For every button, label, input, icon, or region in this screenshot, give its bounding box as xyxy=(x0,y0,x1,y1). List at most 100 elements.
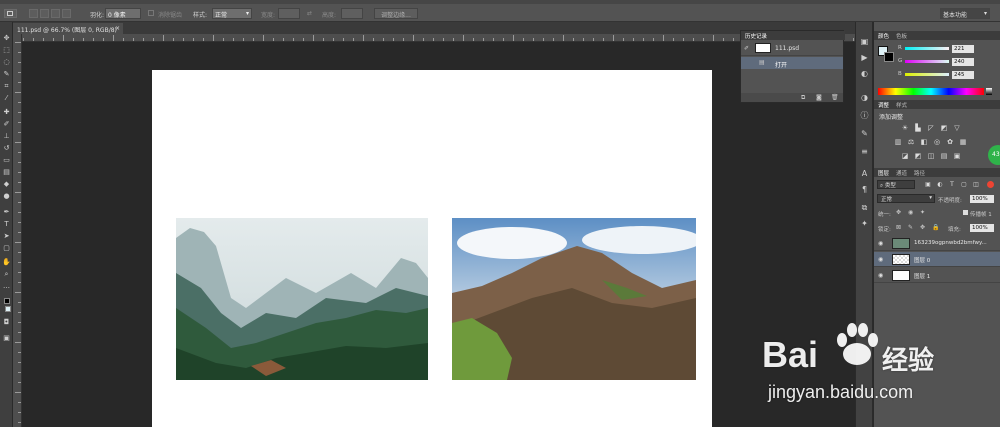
marquee-tool-icon[interactable]: ⬚ xyxy=(2,46,11,55)
vibrance-icon[interactable]: ▽ xyxy=(953,124,961,132)
path-select-icon[interactable]: ➤ xyxy=(2,232,11,241)
gradient-map-icon[interactable]: ▤ xyxy=(940,152,948,160)
workspace-select[interactable]: 基本功能 ▾ xyxy=(940,8,990,19)
photo-filter-icon[interactable]: ◎ xyxy=(933,138,941,146)
history-brush-icon[interactable]: ↺ xyxy=(2,144,11,153)
layer-row-selected[interactable]: ◉ 图层 0 xyxy=(874,252,1000,267)
adjustment-filter-icon[interactable]: ◐ xyxy=(936,181,944,189)
lock-position-icon[interactable]: ✥ xyxy=(920,224,925,231)
feather-input[interactable]: 0 像素 xyxy=(105,8,141,19)
shape-tool-icon[interactable]: ▢ xyxy=(2,244,11,253)
pen-tool-icon[interactable]: ✒ xyxy=(2,208,11,217)
history-panel-icon[interactable]: ▣ xyxy=(859,36,870,47)
tool-presets-icon[interactable]: ✦ xyxy=(859,218,870,229)
screen-mode-icon[interactable]: ▣ xyxy=(2,334,11,343)
history-state-row[interactable]: ▤ 打开 xyxy=(741,57,843,69)
brush-presets-icon[interactable]: ✎ xyxy=(859,128,870,139)
background-color-swatch[interactable] xyxy=(5,306,11,312)
unify-style-icon[interactable]: ✦ xyxy=(920,209,925,216)
color-spectrum-ramp[interactable] xyxy=(878,88,984,95)
eyedropper-tool-icon[interactable]: ⁄ xyxy=(2,94,11,103)
width-input[interactable] xyxy=(278,8,300,19)
gradient-tool-icon[interactable]: ▤ xyxy=(2,168,11,177)
color-balance-icon[interactable]: ⚖ xyxy=(907,138,915,146)
tab-adjustments[interactable]: 调整 xyxy=(878,101,889,109)
document-canvas[interactable] xyxy=(152,70,712,427)
height-input[interactable] xyxy=(341,8,363,19)
tab-styles[interactable]: 样式 xyxy=(896,101,907,109)
refine-edge-button[interactable]: 调整边缘... xyxy=(374,8,418,19)
healing-brush-icon[interactable]: ✚ xyxy=(2,108,11,117)
brush-tool-icon[interactable]: ✐ xyxy=(2,120,11,129)
antialias-checkbox[interactable] xyxy=(148,10,154,16)
blue-value-input[interactable]: 245 xyxy=(952,71,974,79)
new-document-from-state-icon[interactable]: ⧉ xyxy=(801,94,805,102)
actions-panel-icon[interactable]: ▶ xyxy=(859,52,870,63)
layer-row[interactable]: ◉ 图层 1 xyxy=(874,268,1000,283)
hand-tool-icon[interactable]: ✋ xyxy=(2,258,11,267)
red-value-input[interactable]: 221 xyxy=(952,45,974,53)
exposure-icon[interactable]: ◩ xyxy=(940,124,948,132)
levels-icon[interactable]: ▙ xyxy=(914,124,922,132)
propagate-checkbox[interactable] xyxy=(963,210,968,215)
intersect-selection-button[interactable] xyxy=(62,9,71,18)
history-snapshot-row[interactable]: ✐ 111.psd xyxy=(741,41,843,56)
clone-source-icon[interactable]: ⧉ xyxy=(859,202,870,213)
character-panel-icon[interactable]: A xyxy=(859,168,870,179)
smart-object-filter-icon[interactable]: ◫ xyxy=(972,181,980,189)
eraser-tool-icon[interactable]: ▭ xyxy=(2,156,11,165)
style-select[interactable]: 正常 ▾ xyxy=(212,8,252,19)
zoom-tool-icon[interactable]: ⌕ xyxy=(2,270,11,279)
blend-mode-select[interactable]: 正常 ▾ xyxy=(877,194,935,203)
history-brush-source-icon[interactable]: ✐ xyxy=(744,45,749,52)
green-value-input[interactable]: 240 xyxy=(952,58,974,66)
info-panel-icon[interactable]: ⓘ xyxy=(859,110,870,121)
clone-stamp-icon[interactable]: ⊥ xyxy=(2,132,11,141)
marquee-preset-picker[interactable] xyxy=(4,9,17,18)
channel-mixer-icon[interactable]: ✿ xyxy=(946,138,954,146)
crop-tool-icon[interactable]: ⌗ xyxy=(2,82,11,91)
tab-swatches[interactable]: 色板 xyxy=(896,32,907,40)
extra-tools-icon[interactable]: … xyxy=(2,282,11,291)
type-filter-icon[interactable]: T xyxy=(948,181,956,189)
filter-toggle-icon[interactable] xyxy=(987,181,994,188)
eye-icon[interactable]: ◉ xyxy=(878,240,883,247)
pixel-filter-icon[interactable]: ▣ xyxy=(924,181,932,189)
quick-select-tool-icon[interactable]: ✎ xyxy=(2,70,11,79)
invert-icon[interactable]: ◪ xyxy=(901,152,909,160)
shape-filter-icon[interactable]: ▢ xyxy=(960,181,968,189)
tab-color[interactable]: 颜色 xyxy=(878,32,889,40)
subtract-selection-button[interactable] xyxy=(51,9,60,18)
lock-transparent-icon[interactable]: ⊠ xyxy=(896,224,901,231)
threshold-icon[interactable]: ◫ xyxy=(927,152,935,160)
color-panel-icon[interactable]: ◐ xyxy=(859,68,870,79)
type-tool-icon[interactable]: T xyxy=(2,220,11,229)
tab-layers[interactable]: 图层 xyxy=(878,169,889,177)
blue-slider[interactable] xyxy=(905,73,949,76)
fill-input[interactable]: 100% xyxy=(970,224,994,232)
selective-color-icon[interactable]: ▣ xyxy=(953,152,961,160)
lock-all-icon[interactable]: 🔒 xyxy=(932,224,939,231)
green-slider[interactable] xyxy=(905,60,949,63)
lock-pixels-icon[interactable]: ✎ xyxy=(908,224,913,231)
quick-mask-icon[interactable]: ◘ xyxy=(2,318,11,327)
camera-icon[interactable]: ◙ xyxy=(816,94,822,101)
tab-paths[interactable]: 路径 xyxy=(914,169,925,177)
brightness-icon[interactable]: ☀ xyxy=(901,124,909,132)
blur-tool-icon[interactable]: ◆ xyxy=(2,180,11,189)
close-icon[interactable]: × xyxy=(115,25,120,32)
background-color[interactable] xyxy=(884,52,894,62)
swap-icon[interactable]: ⇄ xyxy=(307,10,312,17)
document-tab[interactable]: 111.psd @ 66.7% (图层 0, RGB/8) × xyxy=(13,23,123,34)
paragraph-panel-icon[interactable]: ¶ xyxy=(859,184,870,195)
layer-filter-select[interactable]: ⌕ 类型 xyxy=(877,180,915,189)
red-slider[interactable] xyxy=(905,47,949,50)
tab-channels[interactable]: 通道 xyxy=(896,169,907,177)
new-selection-button[interactable] xyxy=(29,9,38,18)
hue-saturation-icon[interactable]: ▥ xyxy=(894,138,902,146)
eye-icon[interactable]: ◉ xyxy=(878,272,883,279)
trash-icon[interactable]: 🗑 xyxy=(831,94,839,101)
color-lookup-icon[interactable]: ▦ xyxy=(959,138,967,146)
opacity-input[interactable]: 100% xyxy=(970,195,994,203)
tab-history[interactable]: 历史记录 xyxy=(745,32,767,40)
